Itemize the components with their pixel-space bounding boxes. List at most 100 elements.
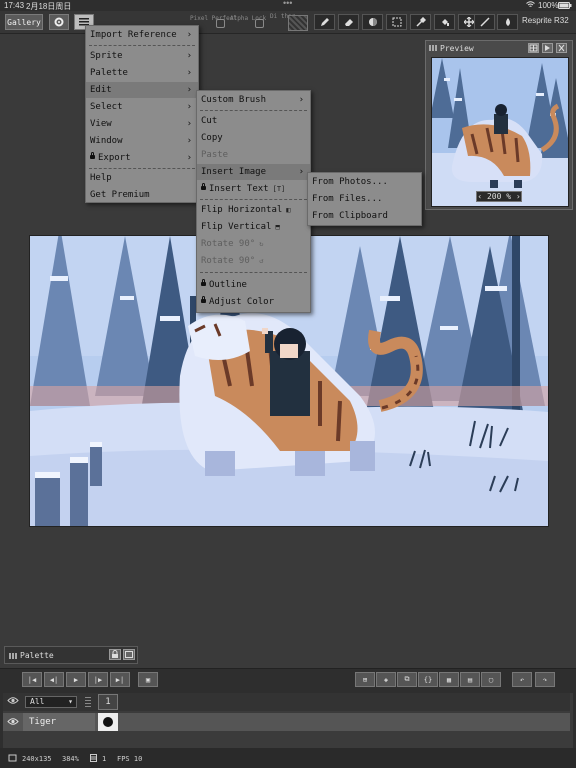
menu-item-cut[interactable]: Cut [197, 113, 310, 129]
menu-item-copy[interactable]: Copy [197, 130, 310, 146]
add-frame-button[interactable]: ⧉ [397, 672, 417, 687]
color-swatch-button[interactable] [497, 14, 518, 30]
menu-item-insert-image[interactable]: Insert Image › [197, 164, 310, 180]
play-button[interactable]: ▶ [66, 672, 86, 687]
grid-view-button[interactable]: ⊞ [355, 672, 375, 687]
rotate-ccw-icon: ↺ [259, 257, 264, 265]
preview-grid-button[interactable] [528, 43, 539, 53]
move-icon [463, 17, 474, 27]
menu-item-paste: Paste [201, 150, 229, 160]
lock-icon [201, 279, 206, 286]
wifi-icon [526, 1, 535, 10]
preview-close-button[interactable] [556, 43, 567, 53]
lock-icon [201, 183, 206, 190]
step-forward-icon: |▶ [93, 675, 103, 684]
menu-item-rotate-cw: Rotate 90° ↻ [197, 236, 310, 252]
menu-item-export[interactable]: Export › [86, 150, 198, 166]
drag-handle-icon[interactable] [85, 697, 91, 707]
layers-button[interactable]: ◈ [376, 672, 396, 687]
marquee-icon [392, 17, 401, 27]
palette-expand-button[interactable] [123, 649, 135, 660]
step-back-icon: ◀| [49, 675, 59, 684]
next-frame-button[interactable]: |▶ [88, 672, 108, 687]
battery-icon [558, 2, 572, 11]
pencil-tool[interactable] [314, 14, 335, 30]
eyedropper-tool[interactable] [410, 14, 431, 30]
redo-button[interactable]: ↷ [535, 672, 555, 687]
menu-item-from-clipboard[interactable]: From Clipboard [308, 208, 421, 224]
prev-frame-button[interactable]: ◀| [44, 672, 64, 687]
main-menu: Import Reference › Sprite › Palette › Edit ›… [85, 25, 199, 203]
multitask-dots: ••• [283, 0, 293, 8]
menu-item-sprite[interactable]: Sprite › [86, 48, 198, 64]
settings-button[interactable] [49, 14, 69, 30]
visibility-eye-icon[interactable] [7, 717, 19, 729]
menu-item-insert-text[interactable]: Insert Text [T] [197, 181, 310, 197]
delete-frame-button[interactable]: ▢ [481, 672, 501, 687]
preview-play-button[interactable] [542, 43, 553, 53]
last-frame-button[interactable]: ▶| [110, 672, 130, 687]
preview-window: Preview ‹ 200 % › [425, 40, 573, 210]
eraser-tool[interactable] [338, 14, 359, 30]
menu-item-view[interactable]: View › [86, 116, 198, 132]
flip-vertical-icon: ⬒ [275, 223, 280, 231]
selection-tool[interactable] [386, 14, 407, 30]
pencil-icon [320, 18, 329, 26]
canvas-size-value: 240x135 [22, 755, 52, 763]
rotate-cw-icon: ↻ [259, 240, 264, 248]
layer-filter-select[interactable]: All ▾ [25, 696, 77, 708]
line-tool[interactable] [474, 14, 495, 30]
preview-zoom-control[interactable]: ‹ 200 % › [476, 191, 522, 202]
menu-item-from-photos[interactable]: From Photos... [308, 174, 421, 190]
menu-item-outline[interactable]: Outline [197, 277, 310, 293]
preview-title: Preview [440, 44, 474, 53]
menu-item-help[interactable]: Help [86, 170, 198, 186]
lock-icon [201, 296, 206, 303]
menu-item-adjust-color[interactable]: Adjust Color [197, 294, 310, 310]
undo-button[interactable]: ↶ [512, 672, 532, 687]
menu-item-from-files[interactable]: From Files... [308, 191, 421, 207]
menu-item-window[interactable]: Window › [86, 133, 198, 149]
menu-item-select[interactable]: Select › [86, 99, 198, 115]
zoom-in-icon[interactable]: › [511, 192, 521, 201]
chevron-right-icon: › [186, 102, 192, 112]
menu-item-import-reference[interactable]: Import Reference › [86, 27, 198, 43]
preview-image [431, 57, 569, 207]
menu-item-palette[interactable]: Palette › [86, 65, 198, 81]
palette-lock-button[interactable] [109, 649, 121, 660]
zoom-out-icon[interactable]: ‹ [477, 192, 487, 201]
chevron-right-icon: › [298, 95, 304, 105]
first-frame-button[interactable]: |◀ [22, 672, 42, 687]
menu-item-get-premium[interactable]: Get Premium [86, 187, 198, 203]
alpha-lock-toggle[interactable] [255, 19, 264, 28]
gallery-button[interactable]: Gallery [5, 14, 43, 30]
play-icon [545, 45, 550, 51]
frame-1-header[interactable]: 1 [98, 694, 118, 710]
menu-item-custom-brush[interactable]: Custom Brush › [197, 92, 310, 108]
layer-filter-value: All [30, 697, 45, 706]
drag-handle-icon[interactable] [429, 45, 437, 51]
battery-percent: 100% [538, 1, 559, 10]
shade-tool[interactable] [362, 14, 383, 30]
chevron-right-icon: › [186, 68, 192, 78]
layer-row[interactable]: Tiger [3, 713, 570, 731]
frame-settings-button[interactable]: ▦ [439, 672, 459, 687]
pixel-perfect-toggle[interactable] [216, 19, 225, 28]
drag-handle-icon[interactable] [9, 653, 17, 659]
menu-item-flip-vertical[interactable]: Flip Vertical ⬒ [197, 219, 310, 235]
menu-item-flip-horizontal[interactable]: Flip Horizontal ◧ [197, 202, 310, 218]
insert-image-submenu: From Photos... From Files... From Clipbo… [307, 172, 422, 226]
chevron-right-icon: › [186, 153, 192, 163]
merge-down-button[interactable]: ▤ [460, 672, 480, 687]
menu-item-edit[interactable]: Edit › [86, 82, 198, 98]
onion-skin-button[interactable]: ▣ [138, 672, 158, 687]
canvas-size-icon [8, 754, 17, 764]
dither-pattern-button[interactable] [288, 15, 308, 31]
frame-count-value: 1 [102, 755, 107, 763]
fill-tool[interactable] [434, 14, 455, 30]
layer-header-row: All ▾ 1 [3, 693, 570, 711]
text-box-icon: [T] [272, 185, 286, 193]
layer-frame-cell[interactable] [98, 713, 118, 731]
visibility-eye-icon[interactable] [7, 696, 19, 708]
duplicate-frame-button[interactable]: {} [418, 672, 438, 687]
